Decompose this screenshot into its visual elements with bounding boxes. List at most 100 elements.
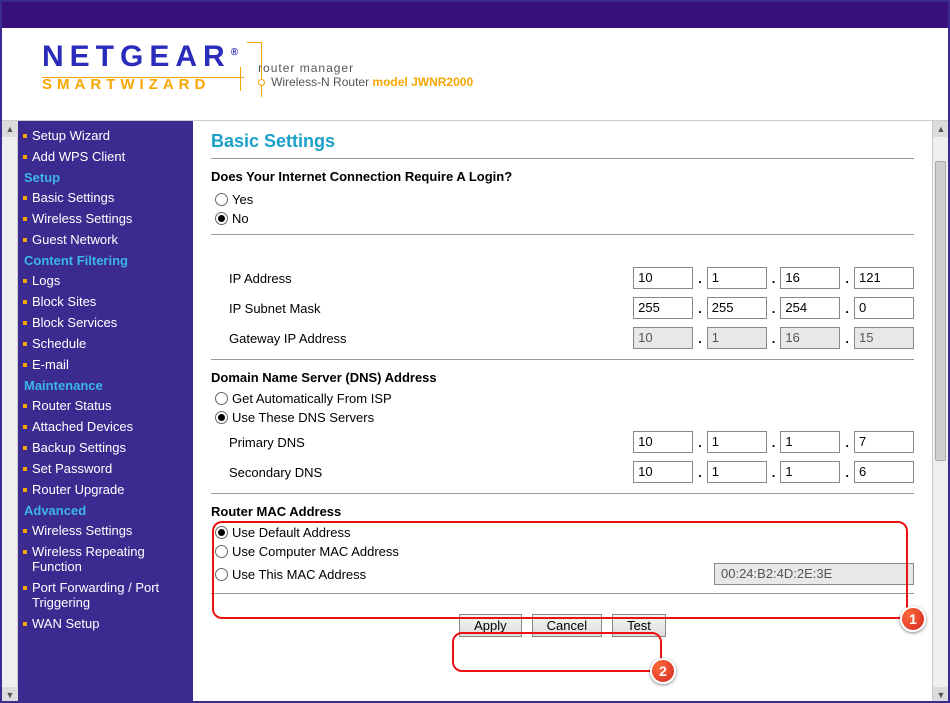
login-no-label: No bbox=[232, 211, 249, 226]
page-title: Basic Settings bbox=[211, 131, 914, 152]
primary-dns-fields: 10.1.1.7 bbox=[633, 431, 914, 453]
dot-separator: . bbox=[842, 465, 852, 480]
dot-separator: . bbox=[695, 465, 705, 480]
secondary-dns-label: Secondary DNS bbox=[211, 465, 471, 480]
divider bbox=[211, 158, 914, 159]
cancel-button[interactable]: Cancel bbox=[532, 614, 602, 637]
mac-computer-option[interactable]: Use Computer MAC Address bbox=[211, 542, 914, 561]
dot-separator: . bbox=[695, 435, 705, 450]
scrollbar-thumb[interactable] bbox=[935, 161, 946, 461]
radio-icon[interactable] bbox=[215, 545, 228, 558]
radio-icon[interactable] bbox=[215, 411, 228, 424]
dot-separator: . bbox=[695, 301, 705, 316]
main-scrollbar[interactable]: ▲ ▼ bbox=[932, 121, 948, 703]
mac-this-label: Use This MAC Address bbox=[232, 567, 366, 582]
sidebar-item[interactable]: Wireless Repeating Function bbox=[18, 541, 193, 577]
sidebar-item[interactable]: E-mail bbox=[18, 354, 193, 375]
header-line1: router manager bbox=[258, 61, 473, 75]
dot-separator: . bbox=[695, 271, 705, 286]
secondary-dns-fields: 10.1.1.6 bbox=[633, 461, 914, 483]
bullet-icon bbox=[258, 79, 265, 86]
header-product: Wireless-N Router bbox=[271, 75, 372, 89]
divider bbox=[211, 593, 914, 594]
sidebar-item[interactable]: Block Services bbox=[18, 312, 193, 333]
ip-octet-input[interactable]: 10 bbox=[633, 267, 693, 289]
radio-icon[interactable] bbox=[215, 193, 228, 206]
scroll-down-icon[interactable]: ▼ bbox=[2, 687, 18, 703]
ip-octet-input[interactable]: 16 bbox=[780, 267, 840, 289]
sidebar-heading: Content Filtering bbox=[18, 250, 193, 270]
primary-dns-label: Primary DNS bbox=[211, 435, 471, 450]
sidebar-item[interactable]: Guest Network bbox=[18, 229, 193, 250]
mac-this-option[interactable]: Use This MAC Address 00:24:B2:4D:2E:3E bbox=[211, 561, 914, 587]
radio-icon[interactable] bbox=[215, 212, 228, 225]
window-top-bar bbox=[2, 2, 948, 28]
mac-default-option[interactable]: Use Default Address bbox=[211, 523, 914, 542]
sidebar-heading: Maintenance bbox=[18, 375, 193, 395]
login-yes-label: Yes bbox=[232, 192, 253, 207]
ip-octet-input[interactable]: 1 bbox=[780, 461, 840, 483]
ip-octet-input[interactable]: 7 bbox=[854, 431, 914, 453]
sidebar-item[interactable]: Router Upgrade bbox=[18, 479, 193, 500]
dns-auto-label: Get Automatically From ISP bbox=[232, 391, 392, 406]
gateway-fields: 10.1.16.15 bbox=[633, 327, 914, 349]
gateway-label: Gateway IP Address bbox=[211, 331, 471, 346]
sidebar-item[interactable]: Setup Wizard bbox=[18, 125, 193, 146]
divider bbox=[211, 234, 914, 235]
dns-auto-option[interactable]: Get Automatically From ISP bbox=[211, 389, 914, 408]
ip-octet-input[interactable]: 6 bbox=[854, 461, 914, 483]
scroll-up-icon[interactable]: ▲ bbox=[2, 121, 18, 137]
dot-separator: . bbox=[769, 465, 779, 480]
radio-icon[interactable] bbox=[215, 568, 228, 581]
ip-octet-input[interactable]: 255 bbox=[707, 297, 767, 319]
mac-this-input[interactable]: 00:24:B2:4D:2E:3E bbox=[714, 563, 914, 585]
mac-heading: Router MAC Address bbox=[211, 504, 914, 519]
dns-use-option[interactable]: Use These DNS Servers bbox=[211, 408, 914, 427]
sidebar-item[interactable]: Backup Settings bbox=[18, 437, 193, 458]
header: NETGEAR® SMARTWIZARD router manager Wire… bbox=[2, 28, 948, 99]
main-content: Basic Settings Does Your Internet Connec… bbox=[193, 121, 932, 703]
sidebar-heading: Setup bbox=[18, 167, 193, 187]
sidebar-item[interactable]: Schedule bbox=[18, 333, 193, 354]
sidebar-item[interactable]: Attached Devices bbox=[18, 416, 193, 437]
dot-separator: . bbox=[769, 301, 779, 316]
radio-icon[interactable] bbox=[215, 392, 228, 405]
login-yes-option[interactable]: Yes bbox=[211, 190, 914, 209]
scroll-down-icon[interactable]: ▼ bbox=[933, 687, 949, 703]
radio-icon[interactable] bbox=[215, 526, 228, 539]
ip-octet-input[interactable]: 121 bbox=[854, 267, 914, 289]
ip-octet-input[interactable]: 1 bbox=[707, 461, 767, 483]
dot-separator: . bbox=[842, 271, 852, 286]
sidebar-scrollbar[interactable]: ▲ ▼ bbox=[2, 121, 18, 703]
subnet-mask-label: IP Subnet Mask bbox=[211, 301, 471, 316]
sidebar-item[interactable]: Set Password bbox=[18, 458, 193, 479]
ip-octet-input[interactable]: 10 bbox=[633, 461, 693, 483]
ip-octet-input[interactable]: 10 bbox=[633, 431, 693, 453]
footer-buttons: Apply Cancel Test bbox=[413, 604, 713, 637]
mac-computer-label: Use Computer MAC Address bbox=[232, 544, 399, 559]
sidebar-item[interactable]: Block Sites bbox=[18, 291, 193, 312]
ip-octet-input[interactable]: 1 bbox=[707, 267, 767, 289]
sidebar-item[interactable]: Wireless Settings bbox=[18, 520, 193, 541]
ip-octet-input: 16 bbox=[780, 327, 840, 349]
ip-octet-input[interactable]: 0 bbox=[854, 297, 914, 319]
ip-octet-input[interactable]: 1 bbox=[780, 431, 840, 453]
login-no-option[interactable]: No bbox=[211, 209, 914, 228]
ip-octet-input[interactable]: 254 bbox=[780, 297, 840, 319]
sidebar-item[interactable]: Basic Settings bbox=[18, 187, 193, 208]
sidebar-item[interactable]: Add WPS Client bbox=[18, 146, 193, 167]
apply-button[interactable]: Apply bbox=[459, 614, 522, 637]
ip-octet-input[interactable]: 255 bbox=[633, 297, 693, 319]
scroll-up-icon[interactable]: ▲ bbox=[933, 121, 949, 137]
test-button[interactable]: Test bbox=[612, 614, 666, 637]
subbrand-wizard: WIZARD bbox=[120, 76, 210, 93]
ip-octet-input[interactable]: 1 bbox=[707, 431, 767, 453]
sidebar-item[interactable]: Logs bbox=[18, 270, 193, 291]
sidebar-item[interactable]: WAN Setup bbox=[18, 613, 193, 634]
sidebar-item[interactable]: Port Forwarding / Port Triggering bbox=[18, 577, 193, 613]
dot-separator: . bbox=[842, 331, 852, 346]
sidebar-item[interactable]: Wireless Settings bbox=[18, 208, 193, 229]
ip-address-label: IP Address bbox=[211, 271, 471, 286]
sidebar-heading: Advanced bbox=[18, 500, 193, 520]
sidebar-item[interactable]: Router Status bbox=[18, 395, 193, 416]
